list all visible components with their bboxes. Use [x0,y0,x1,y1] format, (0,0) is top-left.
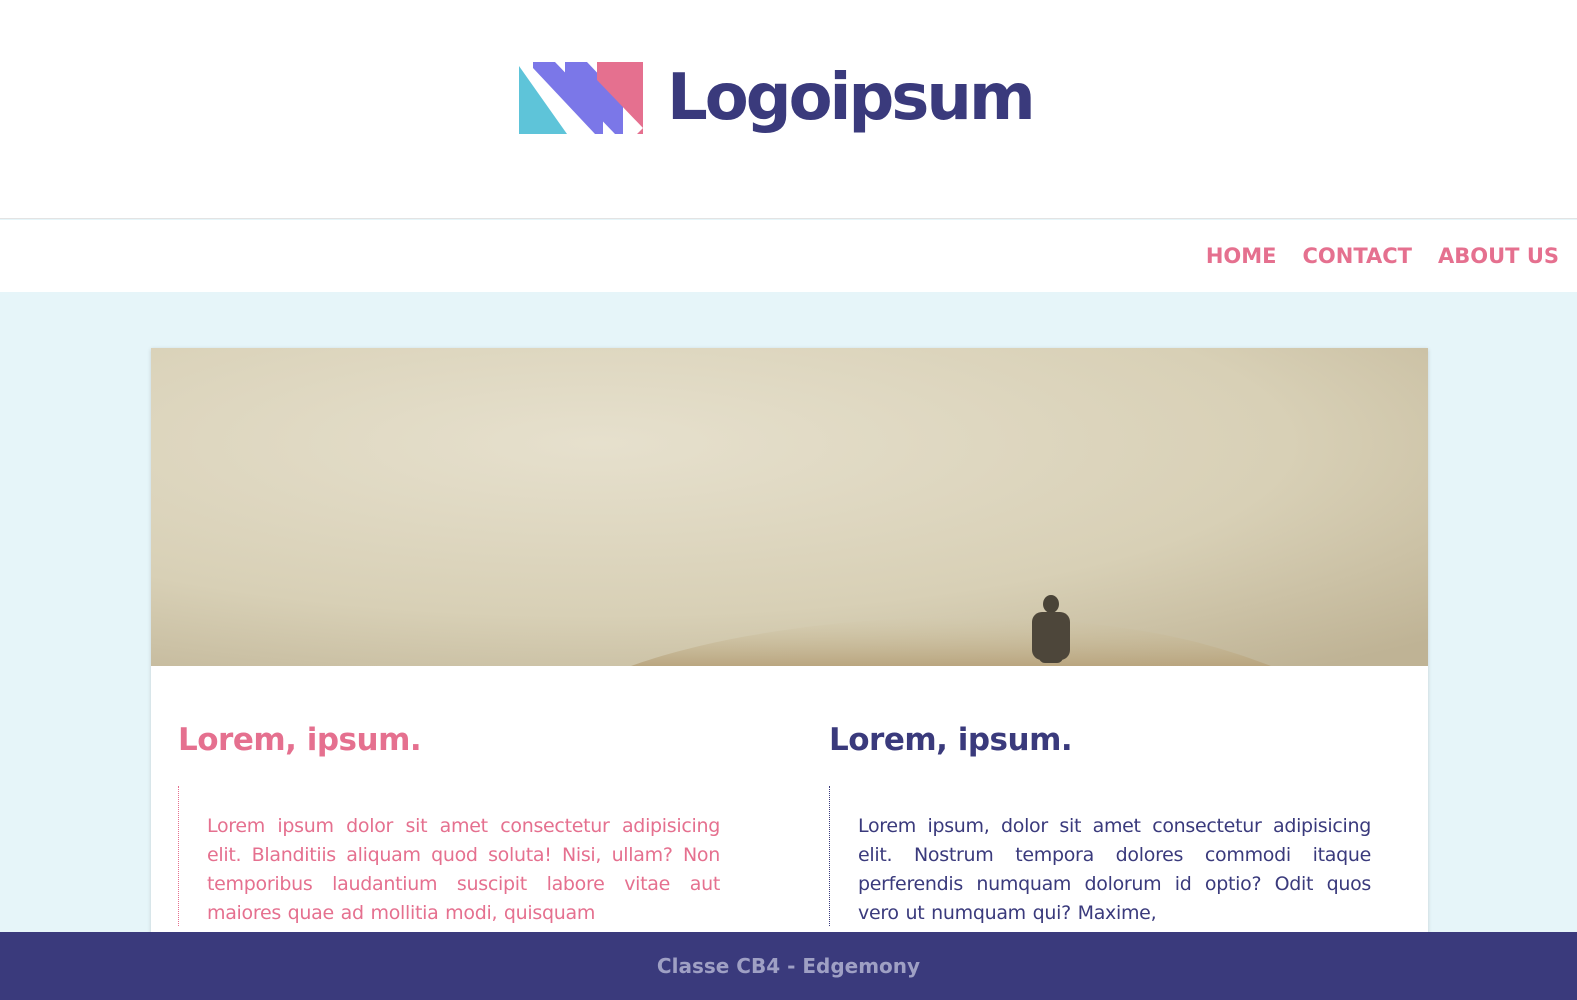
logo-mark-icon [519,62,643,134]
nav-about-link[interactable]: ABOUT US [1438,244,1559,268]
left-column: Lorem, ipsum. Lorem ipsum dolor sit amet… [178,666,778,926]
right-heading: Lorem, ipsum. [829,722,1073,758]
nav-home-link[interactable]: HOME [1206,244,1277,268]
hero-image [151,348,1428,666]
main-nav: HOME CONTACT ABOUT US [0,220,1577,292]
right-column: Lorem, ipsum. Lorem ipsum, dolor sit ame… [829,666,1429,926]
nav-contact-link[interactable]: CONTACT [1302,244,1412,268]
brand-name: Logoipsum [667,61,1036,135]
content-card: Lorem, ipsum. Lorem ipsum dolor sit amet… [151,348,1428,948]
brand-logo[interactable]: Logoipsum [519,52,1036,144]
left-heading: Lorem, ipsum. [178,722,422,758]
right-quote: Lorem ipsum, dolor sit amet consectetur … [829,786,1371,926]
left-paragraph: Lorem ipsum dolor sit amet consectetur a… [207,815,720,924]
header: Logoipsum [0,0,1577,219]
footer: Classe CB4 - Edgemony [0,932,1577,1000]
left-quote: Lorem ipsum dolor sit amet consectetur a… [178,786,720,926]
footer-text: Classe CB4 - Edgemony [656,954,921,978]
right-paragraph: Lorem ipsum, dolor sit amet consectetur … [858,815,1371,924]
